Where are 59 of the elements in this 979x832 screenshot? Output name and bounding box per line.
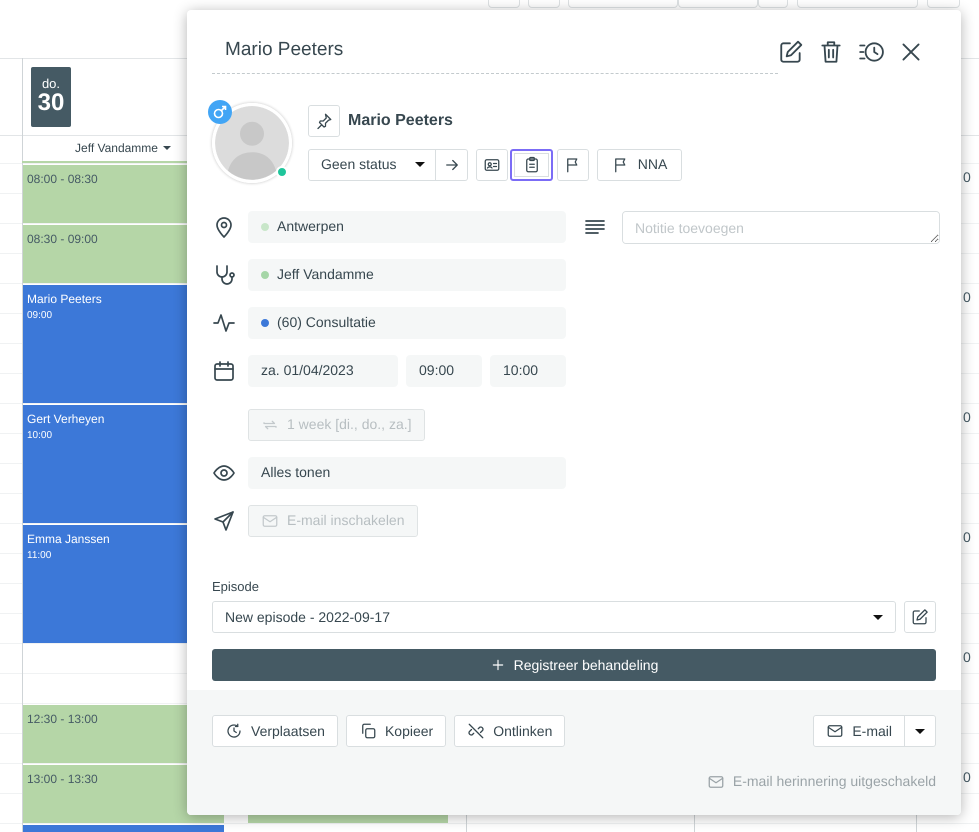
appointment-time: 09:00 [27,309,54,323]
time-label: 0 [963,168,971,187]
episode-select[interactable]: New episode - 2022-09-17 [212,601,896,633]
move-button[interactable]: Verplaatsen [212,715,338,747]
start-time-field[interactable]: 09:00 [406,354,482,386]
popup-title: Mario Peeters [212,30,778,74]
appointment-time: 10:00 [27,429,54,443]
id-card-button[interactable] [476,148,508,180]
time-label: 0 [963,408,971,427]
edit-icon [911,608,929,626]
next-status-button[interactable] [436,148,468,180]
caret-icon [873,614,883,620]
slot-time: 12:30 - 13:00 [27,711,99,728]
pin-icon [315,112,333,130]
reschedule-icon [225,722,243,740]
register-button[interactable]: Registreer behandeling [212,649,936,681]
patient-name: Gert Verheyen [27,411,106,428]
time-label: 0 [963,528,971,547]
note-field[interactable]: Notitie toevoegen [622,210,940,244]
caret-icon [915,728,925,734]
send-icon [212,508,236,532]
mail-icon [826,722,844,740]
slot-time: 13:00 - 13:30 [27,771,99,788]
appointment-time: 11:00 [27,549,52,563]
unlink-icon [467,722,486,740]
flag-button[interactable]: NNA [597,148,682,180]
pin-button[interactable] [308,104,340,136]
email-dropdown-button[interactable] [905,715,936,747]
end-time-field[interactable]: 10:00 [490,354,566,386]
practitioner-field[interactable]: Jeff Vandamme [248,258,566,290]
status-select[interactable]: Geen status [308,148,436,180]
caret-icon [162,146,171,150]
visibility-field[interactable]: Alles tonen [248,456,566,488]
patient-name: Mario Peeters [348,110,453,130]
time-label: 0 [963,648,971,667]
patient-name: Mario Peeters [27,291,103,308]
clipboard-button[interactable] [510,148,553,180]
date-badge[interactable]: do. 30 [31,67,71,127]
patient-name: Emma Janssen [27,531,111,548]
time-label: 0 [963,288,971,307]
flag-button[interactable] [557,148,589,180]
copy-button[interactable]: Kopieer [346,715,446,747]
resource-name[interactable]: Jeff Vandamme [75,139,158,157]
slot-time: 08:00 - 08:30 [27,171,99,188]
location-field[interactable]: Antwerpen [248,210,566,242]
reminder-text: E-mail herinnering uitgeschakeld [732,772,936,791]
weekday-label: do. [42,77,60,90]
day-number: 30 [38,90,64,117]
time-label: 0 [963,768,971,787]
edit-episode-button[interactable] [904,601,936,633]
caret-icon [415,162,425,167]
activity-field[interactable]: (60) Consultatie [248,306,566,338]
email-button[interactable]: E-mail [813,715,905,747]
male-icon [208,100,232,124]
calendar-icon [212,358,236,382]
unlink-button[interactable]: Ontlinken [454,715,566,747]
date-field[interactable]: za. 01/04/2023 [248,354,398,386]
slot-time: 08:30 - 09:00 [27,231,99,248]
edit-icon[interactable] [778,38,804,65]
